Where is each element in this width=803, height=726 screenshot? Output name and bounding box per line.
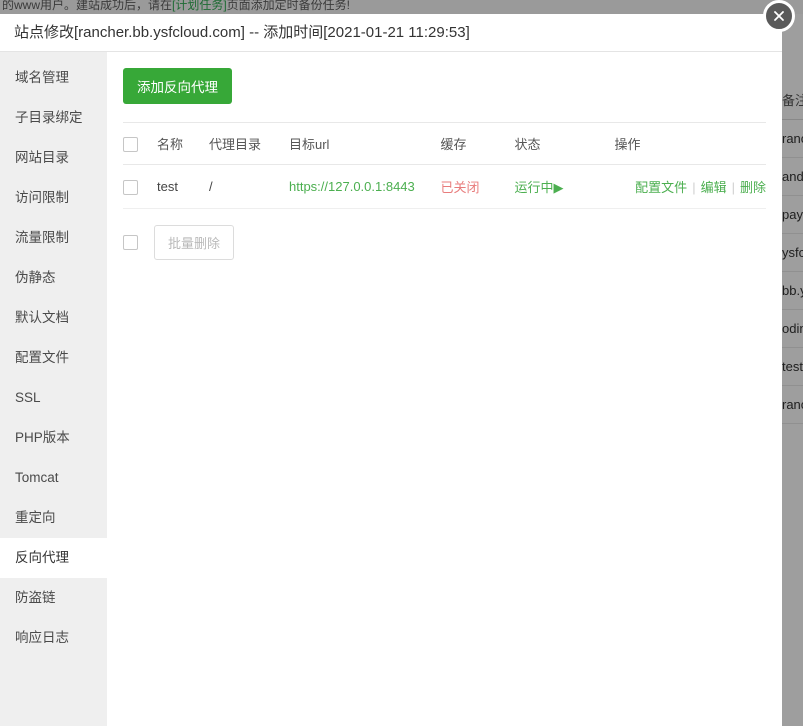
row-select-cell	[123, 165, 157, 209]
status-toggle[interactable]: 运行中▶	[515, 180, 564, 195]
sidebar-item-traffic-limit[interactable]: 流量限制	[0, 218, 107, 258]
sidebar-item-website-directory[interactable]: 网站目录	[0, 138, 107, 178]
notice-text-before: 的www用户。建站成功后，请在	[2, 0, 172, 12]
sidebar-item-label: 响应日志	[15, 630, 69, 645]
reverse-proxy-panel: 添加反向代理 名称 代理目录 目标url 缓存 状态 操作	[107, 52, 782, 726]
table-row: test / https://127.0.0.1:8443 已关闭 运行中▶ 配…	[123, 165, 766, 209]
column-header-name: 名称	[157, 123, 209, 165]
sidebar-item-config-file[interactable]: 配置文件	[0, 338, 107, 378]
sidebar-item-pseudo-static[interactable]: 伪静态	[0, 258, 107, 298]
sidebar-item-label: 子目录绑定	[15, 110, 83, 125]
sidebar-item-label: 重定向	[15, 510, 56, 525]
sidebar-item-label: 访问限制	[15, 190, 69, 205]
sidebar-item-access-restriction[interactable]: 访问限制	[0, 178, 107, 218]
cell-proxy-dir: /	[209, 165, 289, 209]
row-checkbox[interactable]	[123, 180, 138, 195]
add-reverse-proxy-button[interactable]: 添加反向代理	[123, 68, 232, 104]
op-separator: |	[727, 180, 740, 195]
sidebar-item-label: 防盗链	[15, 590, 56, 605]
sidebar-item-label: 配置文件	[15, 350, 69, 365]
select-all-checkbox[interactable]	[123, 137, 138, 152]
sidebar-item-tomcat[interactable]: Tomcat	[0, 458, 107, 498]
select-all-header	[123, 123, 157, 165]
delete-link[interactable]: 删除	[740, 180, 766, 195]
sidebar-item-label: 伪静态	[15, 270, 56, 285]
close-icon	[772, 9, 786, 23]
sidebar-item-label: 域名管理	[15, 70, 69, 85]
sidebar-item-subdirectory-binding[interactable]: 子目录绑定	[0, 98, 107, 138]
notice-bar: 的www用户。建站成功后，请在[计划任务]页面添加定时备份任务!	[0, 0, 803, 14]
cell-operations: 配置文件|编辑|删除	[615, 165, 767, 209]
sidebar-item-label: 流量限制	[15, 230, 69, 245]
play-arrow-icon: ▶	[554, 180, 564, 195]
dialog-title: 站点修改[rancher.bb.ysfcloud.com] -- 添加时间[20…	[14, 24, 470, 41]
sidebar-item-default-document[interactable]: 默认文档	[0, 298, 107, 338]
batch-delete-button[interactable]: 批量删除	[154, 225, 234, 260]
target-url-link[interactable]: https://127.0.0.1:8443	[289, 179, 415, 194]
column-header-operations: 操作	[615, 123, 767, 165]
cache-status-badge[interactable]: 已关闭	[441, 180, 480, 195]
sidebar-item-response-log[interactable]: 响应日志	[0, 618, 107, 658]
reverse-proxy-table: 名称 代理目录 目标url 缓存 状态 操作 test /	[123, 122, 766, 209]
sidebar-item-reverse-proxy[interactable]: 反向代理	[0, 538, 107, 578]
scheduled-task-link[interactable]: [计划任务]	[172, 0, 227, 12]
site-modify-dialog: 站点修改[rancher.bb.ysfcloud.com] -- 添加时间[20…	[0, 14, 782, 726]
config-file-link[interactable]: 配置文件	[635, 180, 687, 195]
cell-target-url: https://127.0.0.1:8443	[289, 165, 441, 209]
dialog-body: 域名管理 子目录绑定 网站目录 访问限制 流量限制 伪静态 默认文档 配置文件 …	[0, 52, 782, 726]
sidebar-item-label: 网站目录	[15, 150, 69, 165]
close-dialog-button[interactable]	[763, 0, 795, 32]
notice-text-after: 页面添加定时备份任务!	[227, 0, 350, 12]
dialog-header: 站点修改[rancher.bb.ysfcloud.com] -- 添加时间[20…	[0, 14, 782, 52]
sidebar-item-label: 反向代理	[15, 550, 69, 565]
column-header-status: 状态	[515, 123, 615, 165]
sidebar-item-php-version[interactable]: PHP版本	[0, 418, 107, 458]
column-header-target-url: 目标url	[289, 123, 441, 165]
sidebar-item-anti-leech[interactable]: 防盗链	[0, 578, 107, 618]
sidebar-item-label: PHP版本	[15, 430, 70, 445]
cell-status: 运行中▶	[515, 165, 615, 209]
sidebar-item-redirect[interactable]: 重定向	[0, 498, 107, 538]
status-label: 运行中	[515, 180, 554, 195]
dialog-sidebar: 域名管理 子目录绑定 网站目录 访问限制 流量限制 伪静态 默认文档 配置文件 …	[0, 52, 107, 726]
op-separator: |	[687, 180, 700, 195]
column-header-cache: 缓存	[441, 123, 515, 165]
table-header-row: 名称 代理目录 目标url 缓存 状态 操作	[123, 123, 766, 165]
sidebar-item-label: Tomcat	[15, 470, 59, 485]
column-header-proxy-dir: 代理目录	[209, 123, 289, 165]
batch-select-checkbox[interactable]	[123, 235, 138, 250]
sidebar-item-label: 默认文档	[15, 310, 69, 325]
cell-name: test	[157, 165, 209, 209]
sidebar-item-label: SSL	[15, 390, 41, 405]
edit-link[interactable]: 编辑	[701, 180, 727, 195]
cell-cache: 已关闭	[441, 165, 515, 209]
sidebar-item-domain-management[interactable]: 域名管理	[0, 58, 107, 98]
sidebar-item-ssl[interactable]: SSL	[0, 378, 107, 418]
batch-actions-row: 批量删除	[123, 225, 766, 260]
